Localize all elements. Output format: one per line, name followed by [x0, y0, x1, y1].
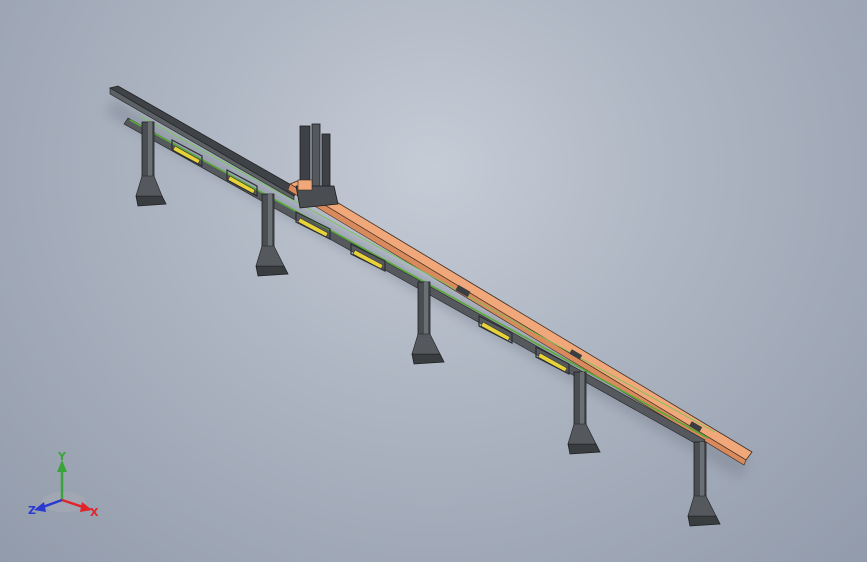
triad-base-shadow [42, 492, 86, 512]
triad-x-label: X [90, 506, 99, 519]
orange-top-rail [289, 179, 753, 461]
triad-y-label: Y [57, 450, 67, 463]
3d-viewport[interactable]: Y X Z [0, 0, 867, 562]
green-guide-rail [129, 119, 709, 439]
green-guide-rail-2 [139, 115, 716, 433]
orange-rail-side [287, 183, 747, 466]
upper-beam-left-side [109, 87, 295, 201]
yellow-brackets [172, 145, 568, 373]
gantry-carriage [295, 123, 339, 209]
orientation-triad[interactable]: Y X Z [24, 448, 108, 524]
gantry-rail-model[interactable] [0, 0, 867, 562]
upper-beam-left [108, 85, 301, 197]
triad-z-label: Z [28, 504, 36, 517]
lower-beam [123, 117, 706, 447]
